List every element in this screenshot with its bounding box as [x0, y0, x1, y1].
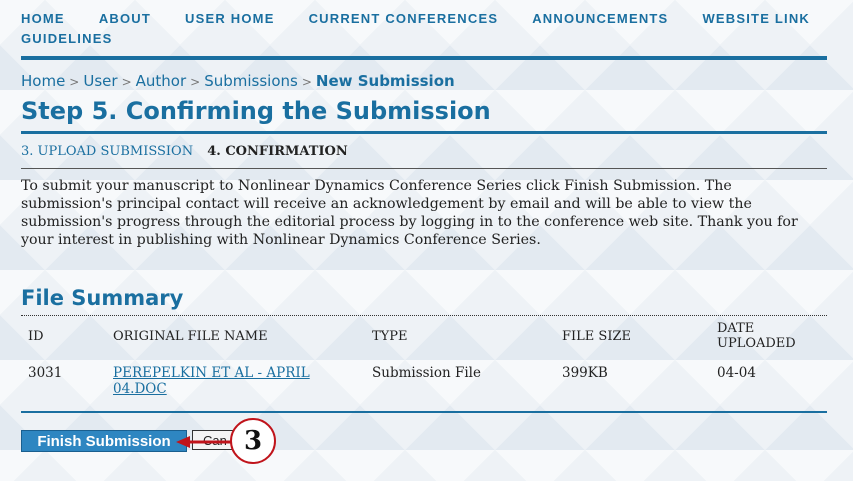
- column-header-file-name: ORIGINAL FILE NAME: [113, 328, 268, 344]
- file-summary-table: ID ORIGINAL FILE NAME TYPE FILE SIZE DAT…: [21, 316, 827, 411]
- breadcrumb-author[interactable]: Author: [136, 72, 187, 90]
- file-size: 399KB: [562, 365, 608, 381]
- nav-announcements[interactable]: ANNOUNCEMENTS: [532, 9, 668, 29]
- form-buttons: Finish Submission Can 3: [21, 418, 827, 464]
- column-header-date-uploaded: DATE UPLOADED: [717, 321, 796, 351]
- nav-user-home[interactable]: USER HOME: [185, 9, 275, 29]
- file-type: Submission File: [372, 365, 481, 381]
- table-header-row: ID ORIGINAL FILE NAME TYPE FILE SIZE DAT…: [21, 316, 827, 356]
- file-name-link[interactable]: PEREPELKIN ET AL - APRIL 04.DOC: [113, 365, 310, 397]
- step-callout-badge: 3: [230, 418, 276, 464]
- file-id: 3031: [28, 365, 63, 381]
- breadcrumb-separator: >: [190, 75, 201, 89]
- nav-website-link[interactable]: WEBSITE LINK: [702, 9, 810, 29]
- nav-guidelines[interactable]: GUIDELINES: [21, 29, 112, 49]
- page: HOME ABOUT USER HOME CURRENT CONFERENCES…: [21, 0, 827, 464]
- page-title: Step 5. Confirming the Submission: [21, 97, 491, 125]
- column-header-file-size: FILE SIZE: [562, 328, 631, 344]
- step-upload-submission[interactable]: 3. UPLOAD SUBMISSION: [21, 144, 193, 159]
- column-header-id: ID: [28, 328, 44, 344]
- breadcrumb-home[interactable]: Home: [21, 72, 65, 90]
- title-divider: [21, 131, 827, 134]
- nav-current-conferences[interactable]: CURRENT CONFERENCES: [309, 9, 499, 29]
- breadcrumb-separator: >: [121, 75, 132, 89]
- callout-arrow-icon: [176, 436, 234, 448]
- nav-about[interactable]: ABOUT: [99, 9, 151, 29]
- breadcrumb-separator: >: [69, 75, 80, 89]
- breadcrumb-user[interactable]: User: [83, 72, 117, 90]
- breadcrumb-separator: >: [301, 75, 312, 89]
- intro-text: To submit your manuscript to Nonlinear D…: [21, 178, 798, 248]
- nav-divider: [21, 56, 827, 60]
- nav-home[interactable]: HOME: [21, 9, 65, 29]
- file-date-uploaded: 04-04: [717, 365, 756, 381]
- top-navigation: HOME ABOUT USER HOME CURRENT CONFERENCES…: [21, 0, 827, 49]
- table-row: 3031 PEREPELKIN ET AL - APRIL 04.DOC Sub…: [21, 356, 827, 411]
- column-header-type: TYPE: [372, 328, 408, 344]
- breadcrumb-current[interactable]: New Submission: [316, 72, 455, 90]
- submission-steps: 3. UPLOAD SUBMISSION 4. CONFIRMATION: [21, 143, 827, 161]
- breadcrumb: Home > User > Author > Submissions > New Submiss…: [21, 70, 827, 92]
- finish-submission-button[interactable]: Finish Submission: [21, 430, 187, 452]
- step-confirmation: 4. CONFIRMATION: [207, 144, 348, 159]
- table-bottom-divider: [21, 411, 827, 413]
- file-summary-heading: File Summary: [21, 286, 184, 310]
- steps-divider: [21, 168, 827, 169]
- breadcrumb-submissions[interactable]: Submissions: [204, 72, 298, 90]
